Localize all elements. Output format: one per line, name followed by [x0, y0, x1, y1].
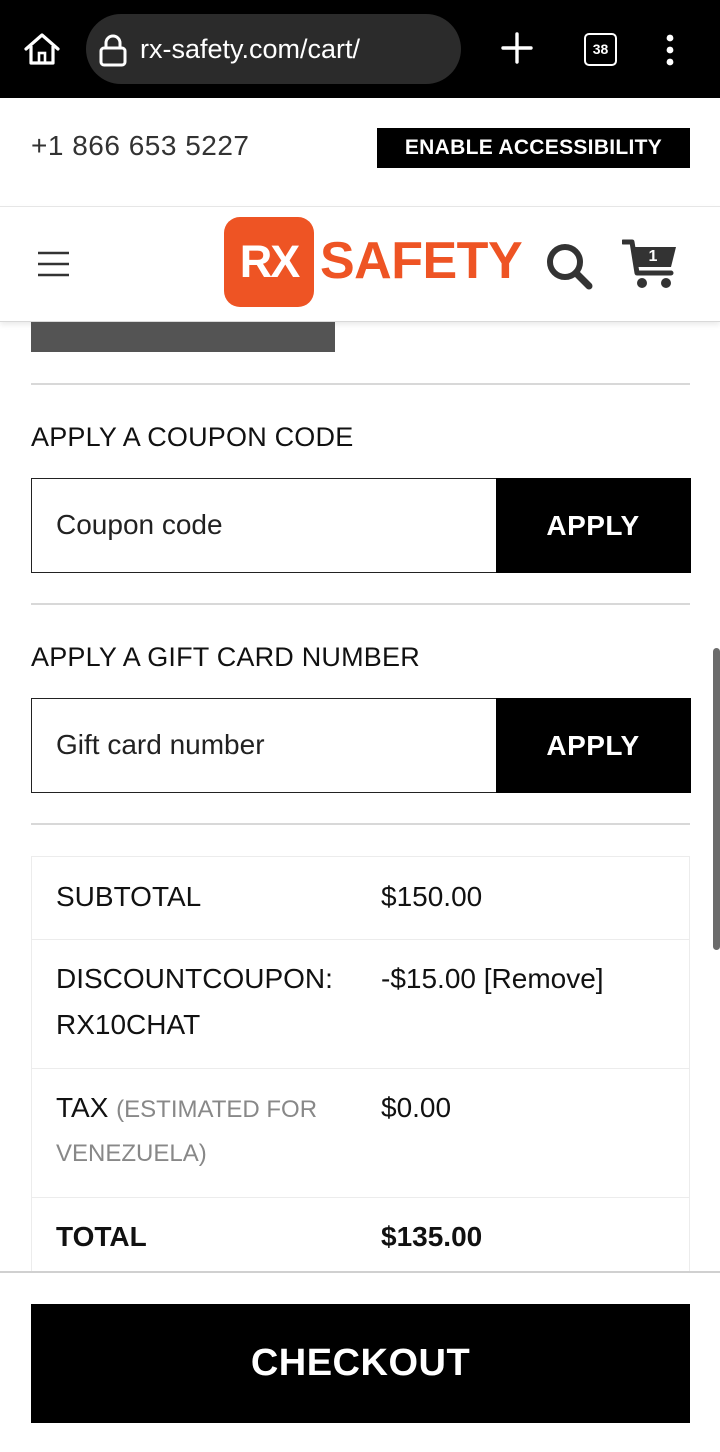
tax-row: TAX (ESTIMATED FOR VENEZUELA) $0.00	[32, 1069, 689, 1198]
checkout-button[interactable]: CHECKOUT	[31, 1304, 690, 1423]
gift-card-input[interactable]	[32, 699, 496, 791]
search-icon[interactable]	[544, 241, 594, 291]
browser-toolbar: rx-safety.com/cart/ 38	[0, 0, 720, 98]
url-text: rx-safety.com/cart/	[140, 34, 361, 64]
phone-number[interactable]: +1 866 653 5227	[31, 130, 249, 162]
logo-badge[interactable]: RX	[224, 217, 314, 307]
enable-accessibility-button[interactable]: ENABLE ACCESSIBILITY	[377, 128, 690, 168]
subtotal-row: SUBTOTAL $150.00	[32, 857, 689, 940]
tabs-icon[interactable]: 38	[584, 33, 617, 66]
order-totals-table: SUBTOTAL $150.00 DISCOUNTCOUPON: RX10CHA…	[31, 856, 690, 1271]
discount-label: DISCOUNTCOUPON:	[56, 963, 333, 994]
lock-icon	[98, 33, 128, 67]
gift-card-form: APPLY	[31, 697, 691, 793]
discount-value-wrap: -$15.00 [Remove]	[381, 956, 604, 1002]
kebab-menu-icon[interactable]	[660, 33, 680, 67]
tax-note-region: VENEZUELA)	[56, 1140, 207, 1167]
tax-label: TAX	[56, 1092, 109, 1123]
cart-item-placeholder-block	[31, 322, 335, 352]
coupon-label: APPLY A COUPON CODE	[31, 422, 354, 452]
discount-value: -$15.00	[381, 963, 476, 994]
address-bar[interactable]: rx-safety.com/cart/	[86, 14, 461, 84]
subtotal-label: SUBTOTAL	[56, 881, 202, 912]
discount-code: RX10CHAT	[56, 1009, 201, 1040]
coupon-input[interactable]	[32, 479, 496, 571]
plus-icon[interactable]	[500, 31, 534, 65]
total-row: TOTAL $135.00	[32, 1198, 689, 1272]
discount-row: DISCOUNTCOUPON: RX10CHAT -$15.00 [Remove…	[32, 940, 689, 1069]
tax-note: (ESTIMATED FOR	[116, 1096, 318, 1123]
cart-count-badge: 1	[648, 248, 658, 265]
tax-label-wrap: TAX (ESTIMATED FOR	[56, 1085, 317, 1133]
logo-text[interactable]: SAFETY	[320, 231, 523, 291]
gift-card-label: APPLY A GIFT CARD NUMBER	[31, 642, 420, 672]
subtotal-value: $150.00	[381, 881, 483, 912]
page-scrollbar[interactable]	[713, 648, 720, 950]
total-value: $135.00	[381, 1221, 483, 1252]
remove-coupon-link[interactable]: [Remove]	[484, 963, 604, 994]
total-label: TOTAL	[56, 1221, 147, 1252]
checkout-bar: CHECKOUT	[0, 1271, 720, 1452]
tax-value: $0.00	[381, 1092, 452, 1123]
apply-coupon-button[interactable]: APPLY	[495, 477, 691, 573]
top-info-bar: +1 866 653 5227 ENABLE ACCESSIBILITY	[0, 98, 720, 201]
hamburger-icon[interactable]	[37, 251, 70, 277]
divider	[31, 383, 690, 385]
site-header: RX SAFETY 1	[0, 206, 720, 322]
divider	[31, 603, 690, 605]
coupon-form: APPLY	[31, 477, 691, 573]
divider	[31, 823, 690, 825]
apply-gift-card-button[interactable]: APPLY	[495, 697, 691, 793]
home-icon[interactable]	[22, 31, 62, 67]
